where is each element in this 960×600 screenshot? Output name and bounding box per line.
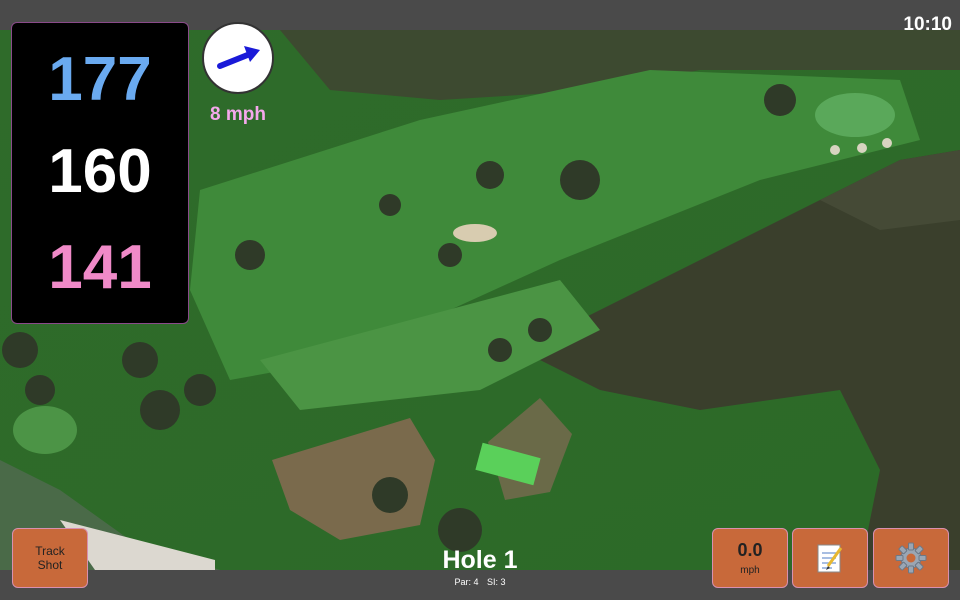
hole-info: Par: 4 SI: 3	[380, 577, 580, 587]
hole-stroke-index: SI: 3	[487, 577, 506, 587]
distance-front: 141	[48, 233, 152, 302]
wind-arrow-icon	[217, 46, 260, 69]
distance-panel: 177 160 141	[11, 22, 189, 324]
gear-icon	[895, 542, 927, 574]
wind-speed-button[interactable]: 0.0 mph	[712, 528, 788, 588]
distance-back: 177	[48, 45, 152, 114]
settings-button[interactable]	[873, 528, 949, 588]
distance-middle: 160	[48, 137, 152, 206]
hole-title: Hole 1	[442, 546, 518, 574]
wind-button-value: 0.0	[737, 540, 763, 560]
notepad-icon	[817, 544, 843, 573]
wind-direction-dial	[202, 22, 274, 94]
wind-button-unit: mph	[740, 565, 760, 576]
track-shot-button[interactable]: Track Shot	[12, 528, 88, 588]
notes-button[interactable]	[792, 528, 868, 588]
track-shot-label: Track Shot	[35, 544, 65, 572]
hole-par: Par: 4	[454, 577, 479, 587]
wind-speed-label: 8 mph	[210, 104, 266, 125]
